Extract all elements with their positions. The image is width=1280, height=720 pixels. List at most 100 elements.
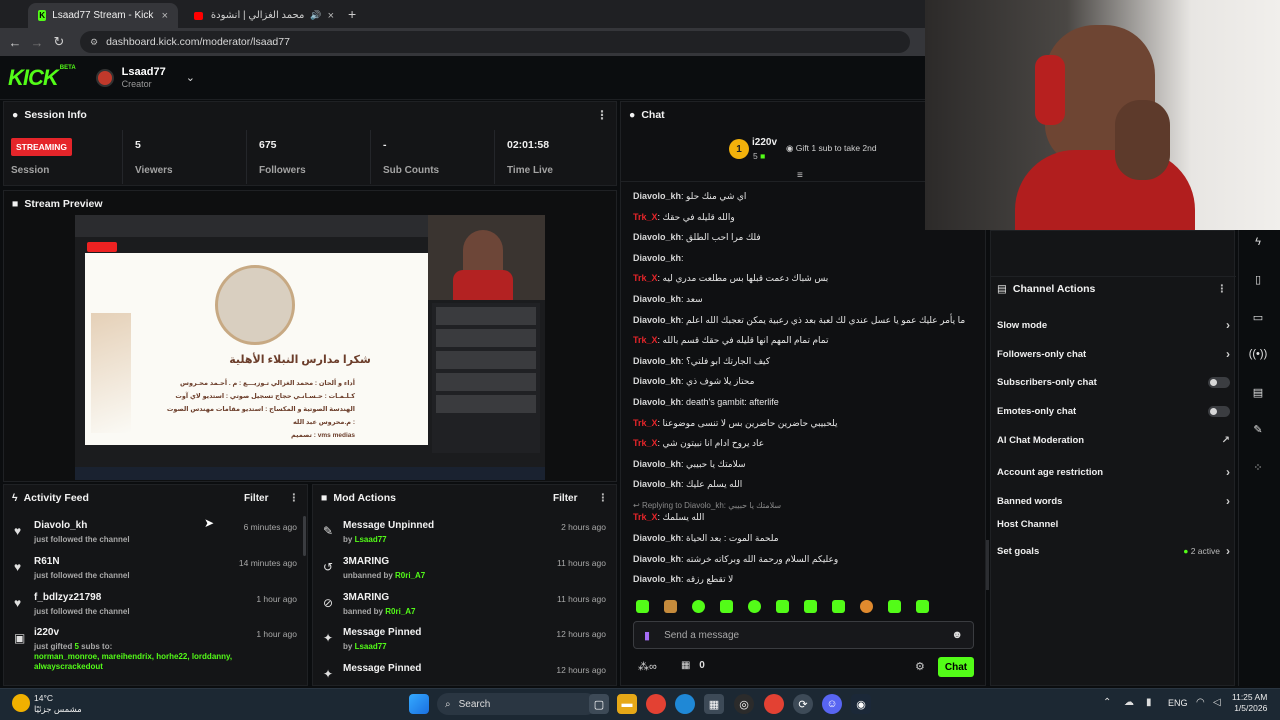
- language-indicator[interactable]: ENG: [1168, 698, 1188, 708]
- banned-words-row[interactable]: Banned words ›: [997, 494, 1230, 508]
- send-chat-button[interactable]: Chat: [938, 657, 974, 677]
- quick-actions-icon[interactable]: ϟ: [1246, 230, 1270, 254]
- emote-icon[interactable]: [776, 600, 789, 613]
- chat-message[interactable]: Diavolo_kh:: [633, 253, 973, 263]
- chat-message[interactable]: Diavolo_kh: فلك مرا احب الطلق: [633, 232, 973, 243]
- pin-toggle-icon[interactable]: ≡: [797, 170, 803, 181]
- emote-icon[interactable]: [888, 600, 901, 613]
- more-options-icon[interactable]: ⋮: [598, 492, 609, 504]
- layout-icon[interactable]: ▤: [1246, 380, 1270, 404]
- slow-mode-row[interactable]: Slow mode ›: [997, 318, 1230, 332]
- gift-sub-prompt[interactable]: ◉ Gift 1 sub to take 2nd: [786, 143, 877, 154]
- url-field[interactable]: ⚙ dashboard.kick.com/moderator/lsaad77: [80, 31, 910, 53]
- chat-message[interactable]: Diavolo_kh: death's gambit: afterlife: [633, 397, 973, 407]
- back-icon[interactable]: ←: [4, 35, 26, 50]
- chat-settings-icon[interactable]: ⁂∞: [638, 660, 657, 673]
- emote-icon[interactable]: [804, 600, 817, 613]
- close-tab-icon[interactable]: ×: [162, 10, 168, 22]
- mod-user[interactable]: R0ri_A7: [385, 607, 415, 616]
- chevron-up-icon[interactable]: ⌃: [1103, 697, 1111, 708]
- emote-icon[interactable]: [664, 600, 677, 613]
- close-tab-icon[interactable]: ×: [328, 10, 334, 22]
- site-info-icon[interactable]: ⚙: [90, 37, 98, 48]
- forward-icon[interactable]: →: [26, 35, 48, 50]
- clock[interactable]: 11:25 AM 1/5/2026: [1232, 692, 1267, 714]
- task-view-icon[interactable]: ▢: [589, 694, 609, 714]
- chat-message[interactable]: Trk_X: عاد يروح ادام انا نبيتون شي: [633, 438, 973, 449]
- emotes-only-toggle[interactable]: [1208, 406, 1230, 417]
- chrome-icon[interactable]: [764, 694, 784, 714]
- reload-icon[interactable]: ↻: [48, 34, 70, 50]
- tab-kick-dashboard[interactable]: K Lsaad77 Stream - Kick Dashbo ×: [28, 3, 178, 28]
- app-icon[interactable]: ⟳: [793, 694, 813, 714]
- chat-message[interactable]: Trk_X: تمام تمام المهم انها قليله في حقك…: [633, 335, 973, 346]
- chat-username[interactable]: Diavolo_kh: [633, 459, 681, 469]
- emote-icon[interactable]: [748, 600, 761, 613]
- followers-only-row[interactable]: Followers-only chat ›: [997, 347, 1230, 361]
- emote-icon[interactable]: [832, 600, 845, 613]
- mod-user[interactable]: R0ri_A7: [395, 571, 425, 580]
- chat-message[interactable]: Diavolo_kh: سلامتك يا حبيبي: [633, 459, 973, 470]
- more-options-icon[interactable]: ⋮: [1217, 283, 1228, 295]
- chat-scrollbar[interactable]: [986, 540, 989, 590]
- stream-preview-video[interactable]: شكرا مدارس النبلاء الأهلية أداء و ألحان …: [75, 215, 545, 480]
- chat-message[interactable]: Diavolo_kh: لا تقطع رزقه: [633, 574, 973, 585]
- chat-message[interactable]: Diavolo_kh: ملحمة الموت : بعد الحياة: [633, 533, 973, 544]
- chat-message[interactable]: Diavolo_kh: وعليكم السلام ورحمة الله وبر…: [633, 554, 973, 565]
- chat-username[interactable]: Diavolo_kh: [633, 397, 681, 407]
- mod-user[interactable]: Lsaad77: [355, 535, 387, 544]
- filter-button[interactable]: Filter: [244, 493, 268, 504]
- chat-username[interactable]: Diavolo_kh: [633, 356, 681, 366]
- chat-message[interactable]: Diavolo_kh: ما يأمر عليك عمو يا عسل عندي…: [633, 315, 973, 326]
- gear-icon[interactable]: ⚙: [915, 660, 925, 673]
- chat-message[interactable]: Trk_X: يلحبيبي حاضرين حاضرين بس لا تنسى …: [633, 418, 973, 429]
- chat-username[interactable]: Trk_X: [633, 438, 658, 448]
- chat-username[interactable]: Trk_X: [633, 212, 658, 222]
- file-explorer-icon[interactable]: ▬: [617, 694, 637, 714]
- network-icon[interactable]: ☁: [1124, 697, 1134, 708]
- emote-icon[interactable]: [636, 600, 649, 613]
- more-options-icon[interactable]: ⋮: [596, 108, 608, 122]
- chat-username[interactable]: Diavolo_kh: [633, 294, 681, 304]
- feed-user[interactable]: Diavolo_kh: [34, 520, 87, 531]
- ai-moderation-row[interactable]: AI Chat Moderation ↗: [997, 435, 1230, 446]
- microphone-icon[interactable]: ▮: [644, 629, 650, 642]
- chat-username[interactable]: Diavolo_kh: [633, 554, 681, 564]
- account-age-row[interactable]: Account age restriction ›: [997, 465, 1230, 479]
- user-info[interactable]: Lsaad77 Creator: [122, 66, 166, 90]
- emote-icon[interactable]: [860, 600, 873, 613]
- emote-icon[interactable]: [720, 600, 733, 613]
- new-tab-button[interactable]: +: [348, 6, 356, 22]
- chrome-icon[interactable]: [646, 694, 666, 714]
- filter-button[interactable]: Filter: [553, 493, 577, 504]
- weather-widget[interactable]: 14°C مشمس جزئيًا: [34, 693, 82, 715]
- chat-username[interactable]: Diavolo_kh: [633, 376, 681, 386]
- mod-user[interactable]: Lsaad77: [355, 642, 387, 651]
- wifi-icon[interactable]: ◠: [1196, 697, 1205, 708]
- speaker-icon[interactable]: 🔊: [310, 10, 321, 21]
- chat-message[interactable]: Diavolo_kh: سعد: [633, 294, 973, 305]
- chat-message[interactable]: Diavolo_kh: اي شي منك حلو: [633, 191, 973, 202]
- taskbar-search[interactable]: ⌕ Search: [437, 693, 597, 715]
- chat-message[interactable]: Diavolo_kh: محتاز يلا شوف ذي: [633, 376, 973, 387]
- chat-username[interactable]: Diavolo_kh: [633, 479, 681, 489]
- chat-username[interactable]: Diavolo_kh: [633, 315, 681, 325]
- discord-icon[interactable]: ☺: [822, 694, 842, 714]
- tab-youtube[interactable]: محمد الغزالي | أنشودة مدارس 🔊 ×: [184, 3, 344, 28]
- volume-icon[interactable]: ◁: [1213, 697, 1221, 708]
- store-icon[interactable]: ▦: [704, 694, 724, 714]
- chat-username[interactable]: Diavolo_kh: [633, 574, 681, 584]
- wrench-icon[interactable]: ✎: [1246, 417, 1270, 441]
- subscribers-only-toggle[interactable]: [1208, 377, 1230, 388]
- chevron-down-icon[interactable]: ⌄: [186, 71, 195, 84]
- chat-message[interactable]: Trk_X: بس شباك دعمت قبلها بس مطلعت مدري …: [633, 273, 973, 284]
- document-icon[interactable]: ▯: [1246, 267, 1270, 291]
- chat-username[interactable]: Diavolo_kh: [633, 533, 681, 543]
- weather-icon[interactable]: [12, 694, 30, 712]
- chat-username[interactable]: Diavolo_kh: [633, 232, 681, 242]
- chat-username[interactable]: Diavolo_kh: [633, 191, 681, 201]
- emoji-icon[interactable]: ☻: [951, 629, 963, 641]
- chat-username[interactable]: Trk_X: [633, 512, 658, 522]
- broadcast-icon[interactable]: ((•)): [1246, 342, 1270, 366]
- chat-input[interactable]: ▮ Send a message ☻: [633, 621, 974, 649]
